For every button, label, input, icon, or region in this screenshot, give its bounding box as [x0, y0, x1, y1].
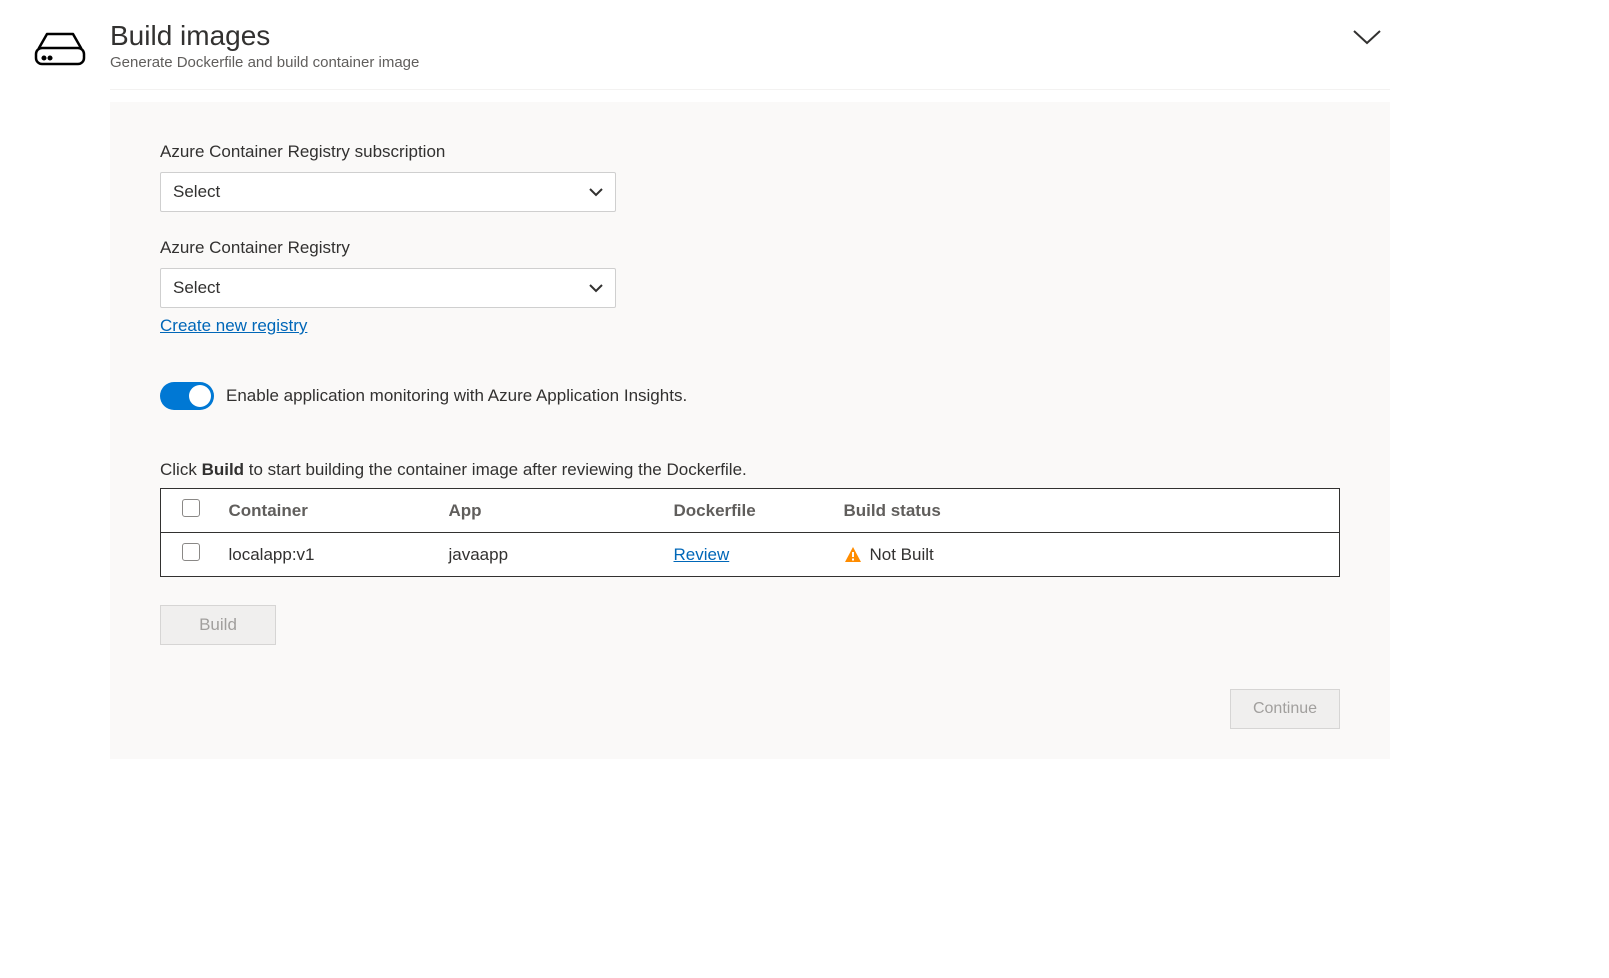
col-header-dockerfile: Dockerfile	[666, 489, 836, 533]
review-dockerfile-link[interactable]: Review	[674, 545, 730, 565]
cell-container: localapp:v1	[221, 533, 441, 577]
col-header-status: Build status	[836, 489, 1340, 533]
col-header-container: Container	[221, 489, 441, 533]
col-header-app: App	[441, 489, 666, 533]
registry-select[interactable]: Select	[160, 268, 616, 308]
subscription-select-value: Select	[173, 182, 589, 202]
chevron-down-icon	[1352, 34, 1382, 49]
table-row: localapp:v1 javaapp Review	[161, 533, 1340, 577]
chevron-down-icon	[589, 184, 603, 200]
create-registry-link[interactable]: Create new registry	[160, 316, 307, 336]
continue-button[interactable]: Continue	[1230, 689, 1340, 729]
chevron-down-icon	[589, 280, 603, 296]
monitoring-toggle[interactable]	[160, 382, 214, 410]
warning-icon	[844, 546, 862, 564]
registry-select-value: Select	[173, 278, 589, 298]
monitoring-label: Enable application monitoring with Azure…	[226, 386, 687, 406]
page-subtitle: Generate Dockerfile and build container …	[110, 54, 419, 71]
cell-app: javaapp	[441, 533, 666, 577]
images-table: Container App Dockerfile Build status lo…	[160, 488, 1340, 577]
cell-status: Not Built	[870, 545, 934, 565]
build-instruction: Click Build to start building the contai…	[160, 460, 1340, 480]
form-panel: Azure Container Registry subscription Se…	[110, 102, 1390, 759]
collapse-button[interactable]	[1344, 20, 1390, 57]
disk-icon	[33, 30, 87, 759]
row-checkbox[interactable]	[182, 543, 200, 561]
build-button[interactable]: Build	[160, 605, 276, 645]
registry-label: Azure Container Registry	[160, 238, 1340, 258]
select-all-checkbox[interactable]	[182, 499, 200, 517]
page-title: Build images	[110, 20, 419, 52]
section-header: Build images Generate Dockerfile and bui…	[110, 20, 1390, 90]
subscription-select[interactable]: Select	[160, 172, 616, 212]
subscription-label: Azure Container Registry subscription	[160, 142, 1340, 162]
